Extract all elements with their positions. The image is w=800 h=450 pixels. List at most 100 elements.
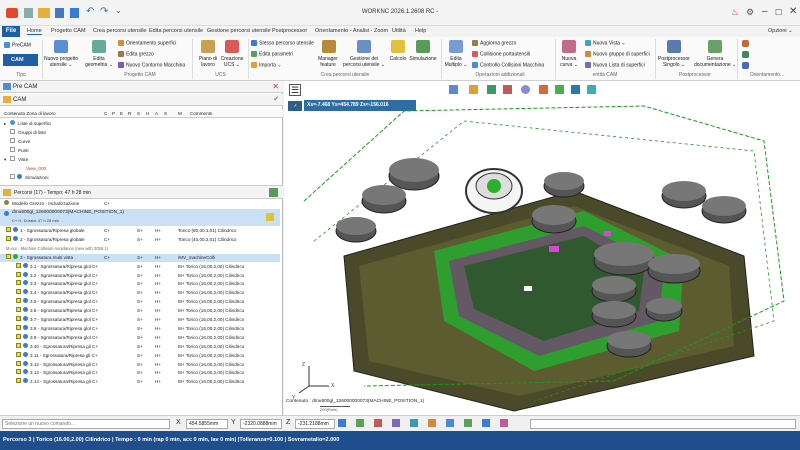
snap-intersect-icon[interactable] [500, 419, 508, 427]
minimize-button[interactable]: – [762, 6, 768, 17]
toolpath-checkbox[interactable] [16, 369, 21, 375]
tab-utilita[interactable]: Utilità [392, 28, 406, 34]
confirm-check-icon[interactable]: ✔ [273, 94, 279, 106]
checkbox[interactable] [10, 129, 15, 134]
settings-gear-icon[interactable]: ⚙ [746, 7, 754, 18]
edita-geometria-button[interactable]: Edita geometria ⌄ [82, 56, 116, 68]
snap-tangent-icon[interactable] [464, 419, 472, 427]
tree-item-punti[interactable]: Punti [0, 147, 280, 156]
prompt-field[interactable] [530, 419, 796, 429]
tree-item-machine-position[interactable]: dmu600gl_126000000073(MACHINE_POSITION_1… [0, 209, 280, 226]
calculate-all-icon[interactable] [269, 188, 278, 197]
tab-progetto-cam[interactable]: Progetto CAM [51, 28, 86, 34]
toolpath-row[interactable]: 3.3 - Sgrossatura/Ripresa glol C+ S+ H+ M+ … [0, 280, 280, 289]
nuova-vista-button[interactable]: Nuova Vista ⌄ [585, 40, 625, 46]
checkbox[interactable] [10, 138, 15, 143]
cam-model-render[interactable] [284, 81, 800, 415]
toolpath-checkbox[interactable] [16, 351, 21, 357]
toolpath-checkbox[interactable] [16, 360, 21, 366]
tab-crea-percorsi[interactable]: Crea percorsi utensile [93, 28, 147, 34]
toolpath-checkbox[interactable] [16, 333, 21, 339]
toolpath-row[interactable]: 3.13 - Sgrossatura/Ripresa gli C+ S+ H+ M+ … [0, 369, 280, 378]
tab-postprocessor[interactable]: Postprocessor [272, 28, 307, 34]
z-coordinate-field[interactable]: -231.2188mm [295, 419, 335, 429]
edita-parametri-button[interactable]: Edita parametri [251, 51, 293, 57]
genera-documentazione-button[interactable]: Genera documentazione ⌄ [694, 56, 736, 68]
toolpath-checkbox[interactable] [6, 235, 11, 241]
toolpath-checkbox[interactable] [16, 262, 21, 268]
toolpath-row[interactable]: M.xxx - Machine Collision Avoidance (new… [0, 245, 280, 254]
snap-edge-icon[interactable] [356, 419, 364, 427]
orient-icon-3[interactable] [742, 62, 749, 69]
file-menu[interactable]: File [2, 26, 20, 37]
nuovo-contorno-button[interactable]: Nuovo Contorno Macchina [118, 62, 185, 68]
orientamento-superfici-button[interactable]: Orientamento superfici [118, 40, 176, 46]
close-window-button[interactable]: ✕ [789, 6, 797, 17]
importa-button[interactable]: Importa ⌄ [251, 62, 282, 68]
stesso-percorso-button[interactable]: Stesso percorso utensile [251, 40, 314, 46]
tab-gestione-percorsi[interactable]: Gestione percorsi utensile [207, 28, 271, 34]
nuovo-progetto-button[interactable]: Nuovo progetto utensile ⌄ [44, 56, 78, 68]
toolpath-checkbox[interactable] [16, 289, 21, 295]
toolpath-checkbox[interactable] [6, 227, 11, 232]
collisione-portautensili-button[interactable]: Collisione portautensili [472, 51, 530, 57]
aggiorna-grezzo-button[interactable]: Aggiorna grezzo [472, 40, 516, 46]
percorsi-header[interactable]: Percorsi (17) - Tempo: 47 h 28 min [0, 185, 283, 199]
tab-help[interactable]: Help [415, 28, 426, 34]
checkbox[interactable] [10, 174, 15, 179]
maximize-button[interactable]: ☐ [775, 8, 782, 17]
cam-button[interactable]: CAM [3, 54, 38, 66]
toolpath-row[interactable]: 3.2 - Sgrossatura/Ripresa glol C+ S+ H+ M+ … [0, 271, 280, 281]
nuovo-gruppo-button[interactable]: Nuovo gruppo di superfici [585, 51, 650, 57]
toolpath-row[interactable]: 3.12 - Sgrossatura/Ripresa gli C+ S+ H+ M+ … [0, 360, 280, 370]
toolpath-row[interactable]: 3 - Sgrossatura multi vista C+ S+ H+ /MV_mac… [0, 253, 280, 263]
precam-header[interactable]: Pre CAM ✕ [0, 81, 283, 93]
toolpath-row[interactable]: 3.6 - Sgrossatura/Ripresa glol C+ S+ H+ M+ … [0, 307, 280, 316]
toolpath-checkbox[interactable] [16, 378, 21, 384]
orient-icon-2[interactable] [742, 51, 749, 58]
checkbox[interactable] [10, 156, 15, 161]
toolpath-checkbox[interactable] [16, 342, 21, 348]
toolpath-row[interactable]: 3.7 - Sgrossatura/Ripresa glol C+ S+ H+ M+ … [0, 316, 280, 325]
tab-orientamento[interactable]: Orientamento - Analisi - Zoom [315, 28, 388, 34]
cam-header[interactable]: CAM ✔ [0, 94, 283, 106]
tree-item-viste[interactable]: ▾ Viste [0, 156, 280, 165]
snap-point-icon[interactable] [338, 419, 346, 427]
gestione-percorsi-button[interactable]: Gestione dei percorsi utensile ⌄ [340, 56, 388, 68]
orient-icon-1[interactable] [742, 40, 749, 47]
snap-mid-icon[interactable] [392, 419, 400, 427]
options-menu[interactable]: Opzioni ⌄ [768, 28, 793, 34]
toolpath-checkbox[interactable] [16, 307, 21, 313]
precam-button[interactable]: PreCAM [4, 42, 31, 48]
nuova-lista-button[interactable]: Nuova Lista di superfici [585, 62, 645, 68]
toolpath-checkbox[interactable] [16, 298, 21, 304]
toolpath-row[interactable]: 3.5 - Sgrossatura/Ripresa glol C+ S+ H+ M+ … [0, 298, 280, 307]
snap-grid-icon[interactable] [428, 419, 436, 427]
alert-icon[interactable]: ♨ [731, 7, 739, 18]
tree-item-curve[interactable]: Curve [0, 138, 280, 147]
tree-item-view-000[interactable]: View_000 [0, 165, 280, 174]
toolpath-checkbox[interactable] [16, 324, 21, 330]
tree-item-simulazioni[interactable]: Simulazioni [0, 174, 280, 183]
toolpath-row[interactable]: 3.10 - Sgrossatura/Ripresa gli C+ S+ H+ M+ … [0, 342, 280, 352]
toolpath-checkbox[interactable] [6, 253, 11, 259]
tree-item-gruppi[interactable]: Gruppi di liste [0, 129, 280, 138]
toolpath-row[interactable]: 2 - Sgrossatura/Ripresa globale C+ S+ H+ Tor… [0, 235, 280, 245]
tab-edita-percorsi[interactable]: Edita percorsi utensile [149, 28, 203, 34]
snap-surface-icon[interactable] [410, 419, 418, 427]
close-panel-icon[interactable]: ✕ [272, 81, 279, 93]
tree-item-liste-superfici[interactable]: ▸ Liste di superfici [0, 120, 280, 129]
toolpath-row[interactable]: 3.11 - Sgrossatura/Ripresa gli C+ S+ H+ M+ … [0, 351, 280, 361]
toolpath-checkbox[interactable] [16, 271, 21, 277]
manager-feature-button[interactable]: Manager feature [313, 56, 343, 68]
snap-ucs-icon[interactable] [446, 419, 454, 427]
creazione-ucs-button[interactable]: Creazione UCS ⌄ [218, 56, 246, 68]
snap-center-icon[interactable] [374, 419, 382, 427]
toolpath-checkbox[interactable] [16, 280, 21, 286]
toolpath-checkbox[interactable] [16, 316, 21, 321]
simulazione-button[interactable]: Simulazione [407, 56, 439, 62]
checkbox[interactable] [10, 147, 15, 152]
edita-grezzo-button[interactable]: Edita grezzo [118, 51, 154, 57]
command-input[interactable] [2, 419, 170, 429]
toolpath-row[interactable]: 3.14 - Sgrossatura/Ripresa gli C+ S+ H+ M+ … [0, 378, 280, 387]
